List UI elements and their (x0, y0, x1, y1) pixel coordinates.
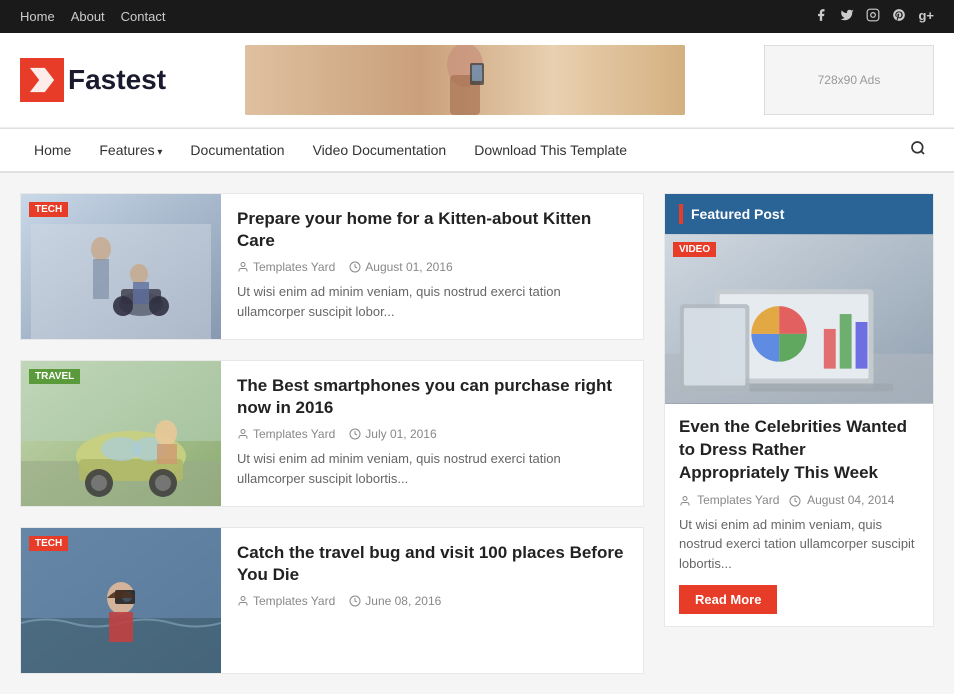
article-thumbnail-3: TECH (21, 528, 221, 673)
search-icon[interactable] (902, 132, 934, 169)
pinterest-icon[interactable] (892, 8, 906, 25)
nav-video-documentation[interactable]: Video Documentation (299, 129, 461, 171)
article-body-3: Catch the travel bug and visit 100 place… (221, 528, 643, 673)
nav-items: Home Features Documentation Video Docume… (20, 129, 641, 171)
article-card-2: TRAVEL The Best smartphones you can purc… (20, 360, 644, 507)
article-title-3[interactable]: Catch the travel bug and visit 100 place… (237, 542, 627, 586)
accent-bar (679, 204, 683, 224)
facebook-icon[interactable] (814, 8, 828, 25)
article-thumbnail-1: TECH (21, 194, 221, 339)
topbar-contact[interactable]: Contact (121, 9, 166, 24)
article-title-1[interactable]: Prepare your home for a Kitten-about Kit… (237, 208, 627, 252)
article-meta-1: Templates Yard August 01, 2016 (237, 260, 627, 274)
featured-post-widget: Featured Post (664, 193, 934, 627)
top-bar-social: g+ (814, 8, 934, 25)
article-date-3: June 08, 2016 (349, 594, 441, 608)
article-excerpt-1: Ut wisi enim ad minim veniam, quis nostr… (237, 282, 627, 321)
article-tag-1: TECH (29, 202, 68, 217)
article-thumbnail-2: TRAVEL (21, 361, 221, 506)
article-tag-2: TRAVEL (29, 369, 80, 384)
featured-title[interactable]: Even the Celebrities Wanted to Dress Rat… (679, 416, 919, 485)
ads-label: 728x90 Ads (818, 73, 881, 87)
main-articles: TECH Prepare your home for a Kitten-abou… (20, 193, 644, 674)
article-meta-2: Templates Yard July 01, 2016 (237, 427, 627, 441)
featured-video-tag: VIDEO (673, 242, 716, 257)
article-body-1: Prepare your home for a Kitten-about Kit… (221, 194, 643, 339)
featured-body: Even the Celebrities Wanted to Dress Rat… (665, 404, 933, 626)
featured-excerpt: Ut wisi enim ad minim veniam, quis nostr… (679, 515, 919, 574)
google-plus-icon[interactable]: g+ (918, 8, 934, 25)
top-bar-nav: Home About Contact (20, 9, 165, 24)
article-body-2: The Best smartphones you can purchase ri… (221, 361, 643, 506)
nav-download-template[interactable]: Download This Template (460, 129, 641, 171)
article-tag-3: TECH (29, 536, 68, 551)
nav-home[interactable]: Home (20, 129, 85, 171)
main-nav: Home Features Documentation Video Docume… (0, 128, 954, 173)
featured-post-title: Featured Post (691, 206, 784, 222)
top-bar: Home About Contact g+ (0, 0, 954, 33)
header-banner (245, 45, 685, 115)
article-date-2: July 01, 2016 (349, 427, 436, 441)
topbar-home[interactable]: Home (20, 9, 55, 24)
featured-post-header: Featured Post (665, 194, 933, 234)
article-card: TECH Prepare your home for a Kitten-abou… (20, 193, 644, 340)
article-author-2: Templates Yard (237, 427, 335, 441)
article-title-2[interactable]: The Best smartphones you can purchase ri… (237, 375, 627, 419)
article-author-1: Templates Yard (237, 260, 335, 274)
twitter-icon[interactable] (840, 8, 854, 25)
article-author-3: Templates Yard (237, 594, 335, 608)
header: Fastest (0, 33, 954, 128)
sidebar: Featured Post (664, 193, 934, 674)
logo[interactable]: Fastest (20, 58, 166, 102)
nav-documentation[interactable]: Documentation (176, 129, 298, 171)
content-area: TECH Prepare your home for a Kitten-abou… (0, 173, 954, 694)
topbar-about[interactable]: About (71, 9, 105, 24)
article-meta-3: Templates Yard June 08, 2016 (237, 594, 627, 608)
logo-text: Fastest (68, 64, 166, 96)
article-date-1: August 01, 2016 (349, 260, 452, 274)
article-card-3: TECH Catch the travel bug and visit 100 … (20, 527, 644, 674)
featured-author: Templates Yard (679, 493, 779, 507)
logo-icon (20, 58, 64, 102)
article-excerpt-2: Ut wisi enim ad minim veniam, quis nostr… (237, 449, 627, 488)
instagram-icon[interactable] (866, 8, 880, 25)
nav-features[interactable]: Features (85, 129, 176, 171)
ads-box: 728x90 Ads (764, 45, 934, 115)
featured-meta: Templates Yard August 04, 2014 (679, 493, 919, 507)
featured-date: August 04, 2014 (789, 493, 894, 507)
featured-thumb: VIDEO (665, 234, 933, 404)
